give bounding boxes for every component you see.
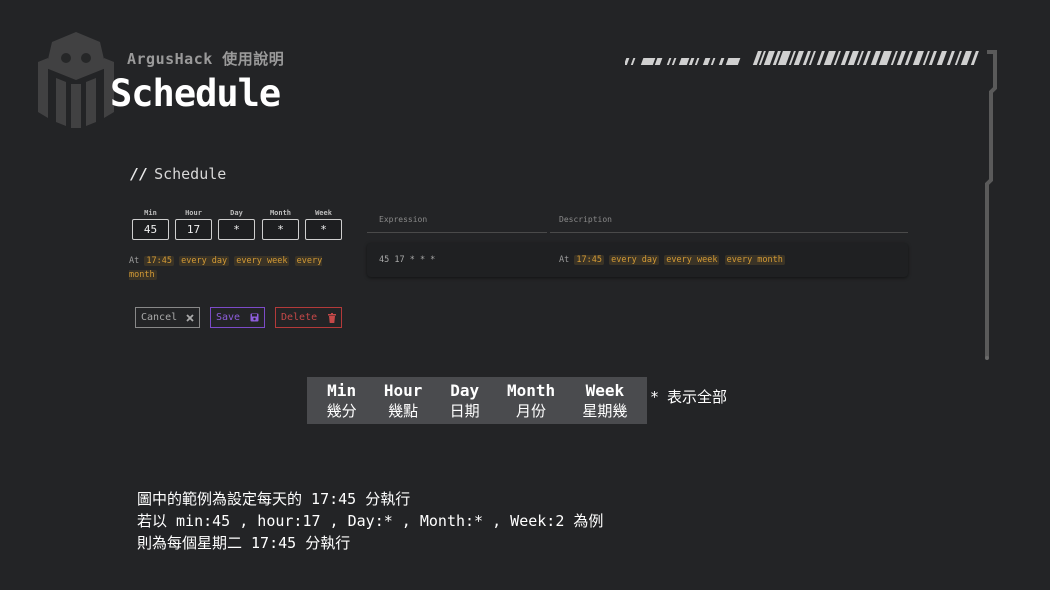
delete-button-label: Delete	[281, 312, 318, 323]
min-input[interactable]: 45	[132, 219, 169, 240]
expression-header-label: Expression	[379, 215, 428, 224]
legend-item: Hour 幾點	[384, 381, 423, 421]
legend-en: Hour	[383, 380, 423, 400]
note-line: 若以 min:45 , hour:17 , Day:* , Month:* , …	[137, 512, 604, 530]
day-input[interactable]: *	[218, 219, 255, 240]
argushack-logo-icon	[38, 32, 114, 128]
panel-heading: // Schedule	[130, 165, 226, 183]
legend-en: Month	[506, 380, 556, 400]
expression-column-header: Expression	[367, 215, 547, 233]
legend-zh: 日期	[449, 401, 480, 420]
cancel-button-label: Cancel	[141, 312, 178, 323]
legend-item: Min 幾分	[327, 381, 357, 421]
month-field: Month *	[262, 209, 299, 240]
save-button-label: Save	[216, 312, 241, 323]
min-field-label: Min	[144, 209, 157, 217]
save-button[interactable]: Save	[210, 307, 265, 328]
row-desc-tag: every week	[664, 255, 720, 265]
legend-item: Week 星期幾	[582, 381, 627, 421]
page-title: Schedule	[110, 72, 281, 115]
delete-button[interactable]: Delete	[275, 307, 342, 328]
week-field-label: Week	[315, 209, 332, 217]
description-tag: every day	[179, 256, 230, 266]
explanation-notes: 圖中的範例為設定每天的 17:45 分執行 若以 min:45 , hour:1…	[137, 488, 603, 554]
star-note: * 表示全部	[650, 386, 727, 407]
legend-en: Min	[327, 380, 357, 400]
row-desc-prefix: At	[559, 255, 570, 265]
schedule-description: At 17:45 every day every week every mont…	[129, 254, 344, 282]
expression-cell: 45 17 * * *	[379, 255, 436, 265]
field-legend: Min 幾分 Hour 幾點 Day 日期 Month 月份 Week 星期幾	[307, 377, 647, 424]
legend-zh: 月份	[516, 401, 547, 420]
min-field: Min 45	[132, 209, 169, 240]
description-tag: every week	[234, 256, 290, 266]
day-field-label: Day	[230, 209, 243, 217]
month-field-label: Month	[269, 209, 292, 217]
page-subtitle: ArgusHack 使用說明	[127, 50, 285, 68]
legend-item: Month 月份	[507, 381, 555, 421]
table-row[interactable]: 45 17 * * * At 17:45 every day every wee…	[367, 243, 908, 277]
decorative-stripes-icon	[625, 50, 997, 360]
row-desc-tag: every day	[609, 255, 660, 265]
description-time: 17:45	[144, 256, 174, 266]
legend-en: Week	[585, 380, 625, 400]
legend-zh: 幾分	[326, 401, 357, 420]
description-header-label: Description	[559, 215, 612, 224]
close-icon	[186, 313, 194, 322]
day-field: Day *	[218, 209, 255, 240]
hour-input[interactable]: 17	[175, 219, 212, 240]
week-input[interactable]: *	[305, 219, 342, 240]
legend-en: Day	[450, 380, 480, 400]
trash-icon	[328, 312, 336, 323]
month-input[interactable]: *	[262, 219, 299, 240]
note-line: 則為每個星期二 17:45 分執行	[137, 534, 351, 552]
star-note-text: 表示全部	[667, 388, 728, 406]
note-line: 圖中的範例為設定每天的 17:45 分執行	[137, 490, 411, 508]
description-prefix: At	[129, 256, 140, 266]
description-cell: At 17:45 every day every week every mont…	[559, 255, 785, 265]
legend-zh: 星期幾	[582, 401, 628, 420]
legend-item: Day 日期	[450, 381, 480, 421]
week-field: Week *	[305, 209, 342, 240]
star-symbol: *	[650, 388, 660, 406]
cancel-button[interactable]: Cancel	[135, 307, 200, 328]
hour-field: Hour 17	[175, 209, 212, 240]
hour-field-label: Hour	[185, 209, 202, 217]
legend-zh: 幾點	[388, 401, 419, 420]
row-desc-time: 17:45	[574, 255, 604, 265]
floppy-disk-icon	[250, 313, 259, 322]
heading-bars-icon: //	[130, 165, 149, 183]
description-column-header: Description	[550, 215, 908, 233]
row-desc-tag: every month	[724, 255, 785, 265]
panel-heading-label: Schedule	[154, 165, 227, 183]
